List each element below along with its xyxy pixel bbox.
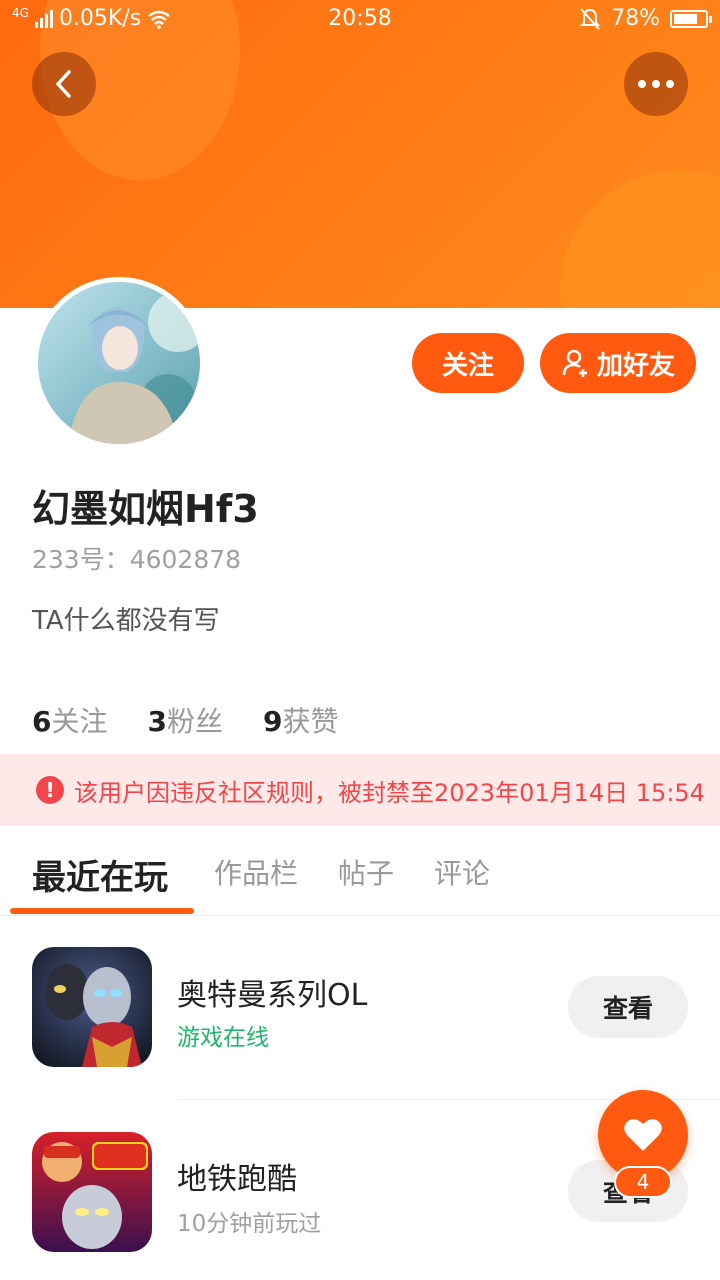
tab-comments[interactable]: 评论 bbox=[434, 852, 490, 892]
stat-followers[interactable]: 3 粉丝 bbox=[148, 700, 224, 740]
banner-decoration bbox=[560, 170, 720, 308]
add-friend-button[interactable]: 加好友 bbox=[540, 333, 696, 393]
more-dots-icon bbox=[638, 80, 674, 88]
game-name: 奥特曼系列OL bbox=[177, 978, 368, 1013]
stat-following[interactable]: 6 关注 bbox=[32, 700, 108, 740]
ban-notice: ! 该用户因违反社区规则，被封禁至2023年01月14日 15:54 bbox=[0, 754, 720, 826]
game-status: 游戏在线 bbox=[177, 1025, 269, 1051]
game-icon-image bbox=[32, 947, 152, 1067]
status-bar: 4G 0.05K/s 20:58 78% bbox=[0, 0, 720, 40]
heart-icon bbox=[624, 1119, 662, 1151]
profile-page: 4G 0.05K/s 20:58 78% 关注 加好友 幻墨如烟Hf3 233号… bbox=[0, 0, 720, 1280]
username: 幻墨如烟Hf3 bbox=[32, 487, 259, 531]
more-button[interactable] bbox=[624, 52, 688, 116]
tab-recent-games[interactable]: 最近在玩 bbox=[32, 850, 168, 899]
stat-number: 3 bbox=[147, 705, 167, 738]
chevron-left-icon bbox=[56, 70, 71, 98]
stat-number: 9 bbox=[263, 705, 283, 738]
battery-icon bbox=[670, 9, 712, 28]
stat-likes: 9 获赞 bbox=[263, 700, 339, 740]
profile-banner bbox=[0, 0, 720, 308]
bell-muted-icon bbox=[579, 7, 601, 30]
game-list-item: 奥特曼系列OL 游戏在线 查看 bbox=[0, 930, 720, 1100]
tab-active-indicator bbox=[10, 908, 194, 914]
add-friend-label: 加好友 bbox=[596, 350, 675, 381]
ban-notice-text: 该用户因违反社区规则，被封禁至2023年01月14日 15:54 bbox=[74, 778, 705, 807]
profile-tabs: 最近在玩 作品栏 帖子 评论 bbox=[0, 836, 720, 916]
game-status: 10分钟前玩过 bbox=[177, 1211, 322, 1237]
profile-stats: 6 关注 3 粉丝 9 获赞 bbox=[32, 700, 339, 740]
battery-level bbox=[674, 13, 698, 24]
add-user-icon bbox=[562, 349, 587, 377]
avatar-image bbox=[38, 282, 200, 444]
follow-label: 关注 bbox=[441, 350, 494, 381]
view-game-button[interactable]: 查看 bbox=[568, 976, 688, 1038]
follow-button[interactable]: 关注 bbox=[412, 333, 524, 393]
view-button-label: 查看 bbox=[602, 994, 653, 1023]
game-icon-image bbox=[32, 1132, 152, 1252]
avatar[interactable] bbox=[33, 277, 205, 449]
warning-icon: ! bbox=[36, 776, 64, 804]
game-name: 地铁跑酷 bbox=[177, 1162, 297, 1197]
like-count-badge: 4 bbox=[614, 1166, 672, 1198]
battery-percent: 78% bbox=[611, 6, 660, 31]
user-bio: TA什么都没有写 bbox=[32, 606, 220, 636]
stat-label: 获赞 bbox=[282, 705, 339, 738]
user-id: 233号：4602878 bbox=[32, 545, 242, 574]
tab-works[interactable]: 作品栏 bbox=[214, 852, 298, 892]
stat-number: 6 bbox=[32, 705, 52, 738]
game-icon[interactable] bbox=[32, 947, 152, 1067]
stat-label: 关注 bbox=[51, 705, 108, 738]
stat-label: 粉丝 bbox=[166, 705, 223, 738]
game-icon[interactable] bbox=[32, 1132, 152, 1252]
tab-posts[interactable]: 帖子 bbox=[338, 852, 394, 892]
back-button[interactable] bbox=[32, 52, 96, 116]
